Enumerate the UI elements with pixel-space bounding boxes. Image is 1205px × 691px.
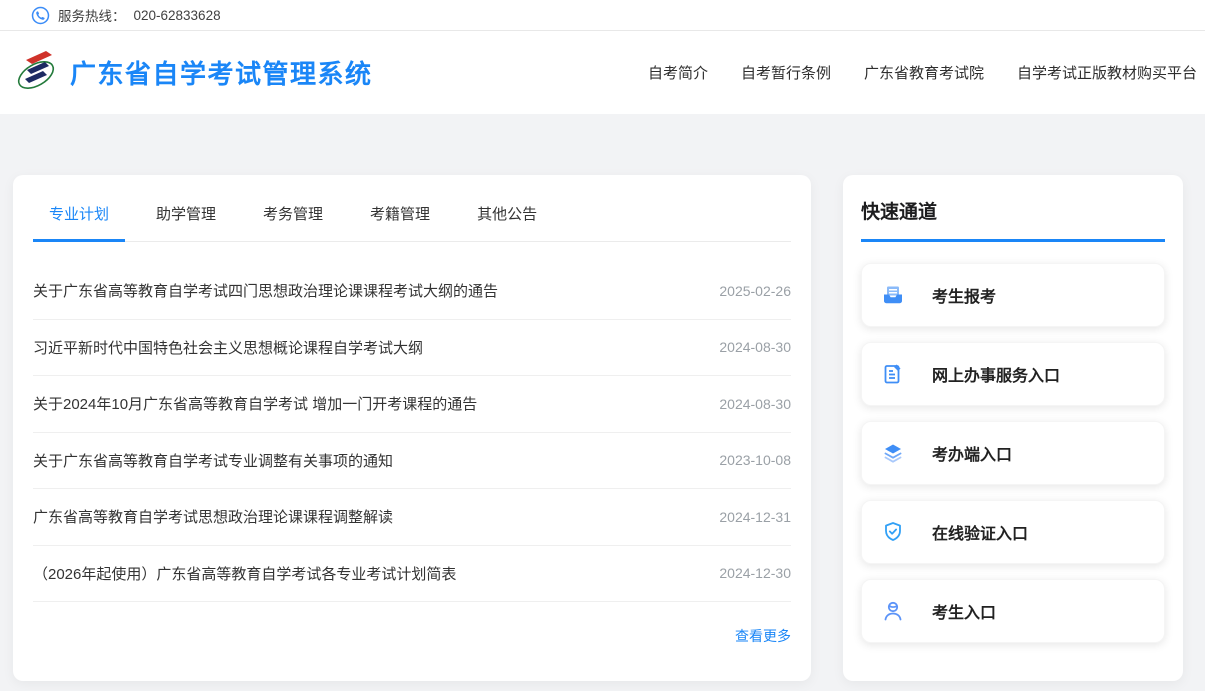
layers-icon xyxy=(881,441,905,465)
tab-major-plan[interactable]: 专业计划 xyxy=(33,203,125,241)
news-item[interactable]: （2026年起使用）广东省高等教育自学考试各专业考试计划简表 2024-12-3… xyxy=(33,546,791,603)
news-item-date: 2024-08-30 xyxy=(719,339,791,355)
nav-zikao-intro[interactable]: 自考简介 xyxy=(648,62,708,83)
news-item-title[interactable]: （2026年起使用）广东省高等教育自学考试各专业考试计划简表 xyxy=(33,563,456,584)
hotline-label: 服务热线： xyxy=(58,5,126,25)
quick-link-label: 在线验证入口 xyxy=(932,520,1028,544)
nav-textbook-purchase-platform[interactable]: 自学考试正版教材购买平台 xyxy=(1017,62,1197,83)
user-icon xyxy=(881,599,905,623)
news-item[interactable]: 关于广东省高等教育自学考试专业调整有关事项的通知 2023-10-08 xyxy=(33,433,791,490)
news-item-date: 2023-10-08 xyxy=(719,452,791,468)
quick-link-exam-office-portal[interactable]: 考办端入口 xyxy=(861,421,1165,485)
quick-link-online-verification[interactable]: 在线验证入口 xyxy=(861,500,1165,564)
news-item-title[interactable]: 关于2024年10月广东省高等教育自学考试 增加一门开考课程的通告 xyxy=(33,393,477,414)
site-logo xyxy=(14,45,58,101)
nav-zikao-regulations[interactable]: 自考暂行条例 xyxy=(741,62,831,83)
news-item-date: 2025-02-26 xyxy=(719,283,791,299)
news-item-date: 2024-12-30 xyxy=(719,565,791,581)
quick-link-label: 考生入口 xyxy=(932,599,996,623)
news-tabs: 专业计划 助学管理 考务管理 考籍管理 其他公告 xyxy=(33,175,791,242)
quick-link-candidate-portal[interactable]: 考生入口 xyxy=(861,579,1165,643)
quick-channel-underline xyxy=(861,239,1165,242)
news-item-date: 2024-12-31 xyxy=(719,509,791,525)
news-item-date: 2024-08-30 xyxy=(719,396,791,412)
tab-exam-affairs-management[interactable]: 考务管理 xyxy=(247,203,339,241)
news-item-title[interactable]: 关于广东省高等教育自学考试专业调整有关事项的通知 xyxy=(33,450,393,471)
tab-exam-record-management[interactable]: 考籍管理 xyxy=(354,203,446,241)
quick-link-candidate-register[interactable]: 考生报考 xyxy=(861,263,1165,327)
news-item[interactable]: 习近平新时代中国特色社会主义思想概论课程自学考试大纲 2024-08-30 xyxy=(33,320,791,377)
inbox-icon xyxy=(881,283,905,307)
quick-channel-panel: 快速通道 考生报考 xyxy=(843,175,1183,681)
quick-link-label: 网上办事服务入口 xyxy=(932,362,1060,386)
quick-link-label: 考生报考 xyxy=(932,283,996,307)
more-row: 查看更多 xyxy=(33,602,791,646)
shield-check-icon xyxy=(881,520,905,544)
news-item[interactable]: 关于2024年10月广东省高等教育自学考试 增加一门开考课程的通告 2024-0… xyxy=(33,376,791,433)
phone-icon xyxy=(31,6,50,25)
quick-channel-list: 考生报考 网上办事服务入口 xyxy=(861,263,1165,643)
nav-gd-education-exam-institute[interactable]: 广东省教育考试院 xyxy=(864,62,984,83)
news-item[interactable]: 广东省高等教育自学考试思想政治理论课课程调整解读 2024-12-31 xyxy=(33,489,791,546)
news-item[interactable]: 关于广东省高等教育自学考试四门思想政治理论课课程考试大纲的通告 2025-02-… xyxy=(33,263,791,320)
quick-link-online-services[interactable]: 网上办事服务入口 xyxy=(861,342,1165,406)
tab-study-aid-management[interactable]: 助学管理 xyxy=(140,203,232,241)
news-panel: 专业计划 助学管理 考务管理 考籍管理 其他公告 关于广东省高等教育自学考试四门… xyxy=(13,175,811,681)
top-nav: 自考简介 自考暂行条例 广东省教育考试院 自学考试正版教材购买平台 xyxy=(648,62,1197,83)
topbar: 服务热线： 020-62833628 xyxy=(0,0,1205,31)
quick-channel-title: 快速通道 xyxy=(861,197,1165,224)
header: 广东省自学考试管理系统 自考简介 自考暂行条例 广东省教育考试院 自学考试正版教… xyxy=(0,31,1205,114)
news-item-title[interactable]: 关于广东省高等教育自学考试四门思想政治理论课课程考试大纲的通告 xyxy=(33,280,498,301)
news-list: 关于广东省高等教育自学考试四门思想政治理论课课程考试大纲的通告 2025-02-… xyxy=(33,242,791,602)
main-content: 专业计划 助学管理 考务管理 考籍管理 其他公告 关于广东省高等教育自学考试四门… xyxy=(0,114,1205,681)
hotline-number: 020-62833628 xyxy=(134,8,221,23)
site-title: 广东省自学考试管理系统 xyxy=(70,54,373,91)
form-icon xyxy=(881,362,905,386)
view-more-link[interactable]: 查看更多 xyxy=(735,626,791,646)
quick-link-label: 考办端入口 xyxy=(932,441,1012,465)
news-item-title[interactable]: 广东省高等教育自学考试思想政治理论课课程调整解读 xyxy=(33,506,393,527)
news-item-title[interactable]: 习近平新时代中国特色社会主义思想概论课程自学考试大纲 xyxy=(33,337,423,358)
tab-other-announcements[interactable]: 其他公告 xyxy=(461,203,553,241)
